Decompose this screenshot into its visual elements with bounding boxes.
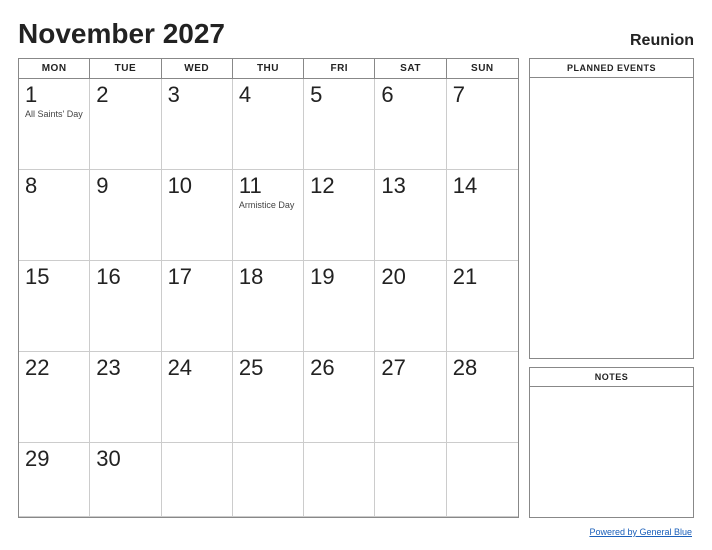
- day-cell: 19: [304, 261, 375, 352]
- day-number: 9: [96, 174, 154, 198]
- day-number: 10: [168, 174, 226, 198]
- day-cell: 23: [90, 352, 161, 443]
- day-number: 8: [25, 174, 83, 198]
- day-header: SAT: [375, 59, 446, 78]
- day-number: 5: [310, 83, 368, 107]
- day-cell: [304, 443, 375, 517]
- day-number: 16: [96, 265, 154, 289]
- day-cell: 6: [375, 79, 446, 170]
- day-cell: 8: [19, 170, 90, 261]
- day-event: Armistice Day: [239, 200, 297, 211]
- day-number: 20: [381, 265, 439, 289]
- main-content: MONTUEWEDTHUFRISATSUN 1All Saints' Day23…: [18, 58, 694, 518]
- day-headers: MONTUEWEDTHUFRISATSUN: [19, 59, 518, 79]
- day-number: 3: [168, 83, 226, 107]
- day-cell: 20: [375, 261, 446, 352]
- day-header: SUN: [447, 59, 518, 78]
- day-number: 24: [168, 356, 226, 380]
- day-number: 19: [310, 265, 368, 289]
- day-cell: 22: [19, 352, 90, 443]
- day-number: 11: [239, 174, 297, 198]
- day-cell: 9: [90, 170, 161, 261]
- day-number: 14: [453, 174, 512, 198]
- day-cell: 14: [447, 170, 518, 261]
- day-number: 7: [453, 83, 512, 107]
- day-cell: 29: [19, 443, 90, 517]
- calendar-grid: 1All Saints' Day234567891011Armistice Da…: [19, 79, 518, 517]
- day-cell: 13: [375, 170, 446, 261]
- day-number: 6: [381, 83, 439, 107]
- header: November 2027 Reunion: [18, 18, 694, 50]
- month-title: November 2027: [18, 18, 225, 50]
- day-cell: 3: [162, 79, 233, 170]
- day-number: 18: [239, 265, 297, 289]
- day-cell: [447, 443, 518, 517]
- planned-events-content: [530, 78, 693, 358]
- day-cell: 21: [447, 261, 518, 352]
- day-cell: 25: [233, 352, 304, 443]
- day-header: MON: [19, 59, 90, 78]
- notes-content: [530, 387, 693, 517]
- day-number: 27: [381, 356, 439, 380]
- day-number: 26: [310, 356, 368, 380]
- day-cell: 16: [90, 261, 161, 352]
- day-number: 30: [96, 447, 154, 471]
- footer: Powered by General Blue: [18, 522, 694, 540]
- day-cell: 5: [304, 79, 375, 170]
- day-number: 28: [453, 356, 512, 380]
- day-cell: [375, 443, 446, 517]
- planned-events-box: PLANNED EVENTS: [529, 58, 694, 359]
- day-number: 22: [25, 356, 83, 380]
- day-cell: 17: [162, 261, 233, 352]
- day-number: 17: [168, 265, 226, 289]
- sidebar: PLANNED EVENTS NOTES: [529, 58, 694, 518]
- day-number: 13: [381, 174, 439, 198]
- day-cell: 18: [233, 261, 304, 352]
- day-number: 25: [239, 356, 297, 380]
- day-cell: [233, 443, 304, 517]
- day-header: WED: [162, 59, 233, 78]
- notes-title: NOTES: [530, 368, 693, 387]
- day-header: FRI: [304, 59, 375, 78]
- region-title: Reunion: [630, 32, 694, 50]
- day-number: 29: [25, 447, 83, 471]
- day-cell: 7: [447, 79, 518, 170]
- day-number: 12: [310, 174, 368, 198]
- day-number: 15: [25, 265, 83, 289]
- day-cell: 27: [375, 352, 446, 443]
- day-header: TUE: [90, 59, 161, 78]
- powered-by-link[interactable]: Powered by General Blue: [589, 527, 692, 537]
- calendar-section: MONTUEWEDTHUFRISATSUN 1All Saints' Day23…: [18, 58, 519, 518]
- day-cell: 12: [304, 170, 375, 261]
- day-number: 4: [239, 83, 297, 107]
- day-number: 21: [453, 265, 512, 289]
- day-cell: [162, 443, 233, 517]
- page: November 2027 Reunion MONTUEWEDTHUFRISAT…: [0, 0, 712, 550]
- day-cell: 28: [447, 352, 518, 443]
- planned-events-title: PLANNED EVENTS: [530, 59, 693, 78]
- day-cell: 30: [90, 443, 161, 517]
- day-cell: 10: [162, 170, 233, 261]
- day-number: 2: [96, 83, 154, 107]
- day-cell: 11 Armistice Day: [233, 170, 304, 261]
- day-cell: 15: [19, 261, 90, 352]
- day-cell: 26: [304, 352, 375, 443]
- day-header: THU: [233, 59, 304, 78]
- day-cell: 4: [233, 79, 304, 170]
- day-event: All Saints' Day: [25, 109, 83, 120]
- day-number: 23: [96, 356, 154, 380]
- day-cell: 1 All Saints' Day: [19, 79, 90, 170]
- notes-box: NOTES: [529, 367, 694, 518]
- day-cell: 2: [90, 79, 161, 170]
- day-cell: 24: [162, 352, 233, 443]
- day-number: 1: [25, 83, 83, 107]
